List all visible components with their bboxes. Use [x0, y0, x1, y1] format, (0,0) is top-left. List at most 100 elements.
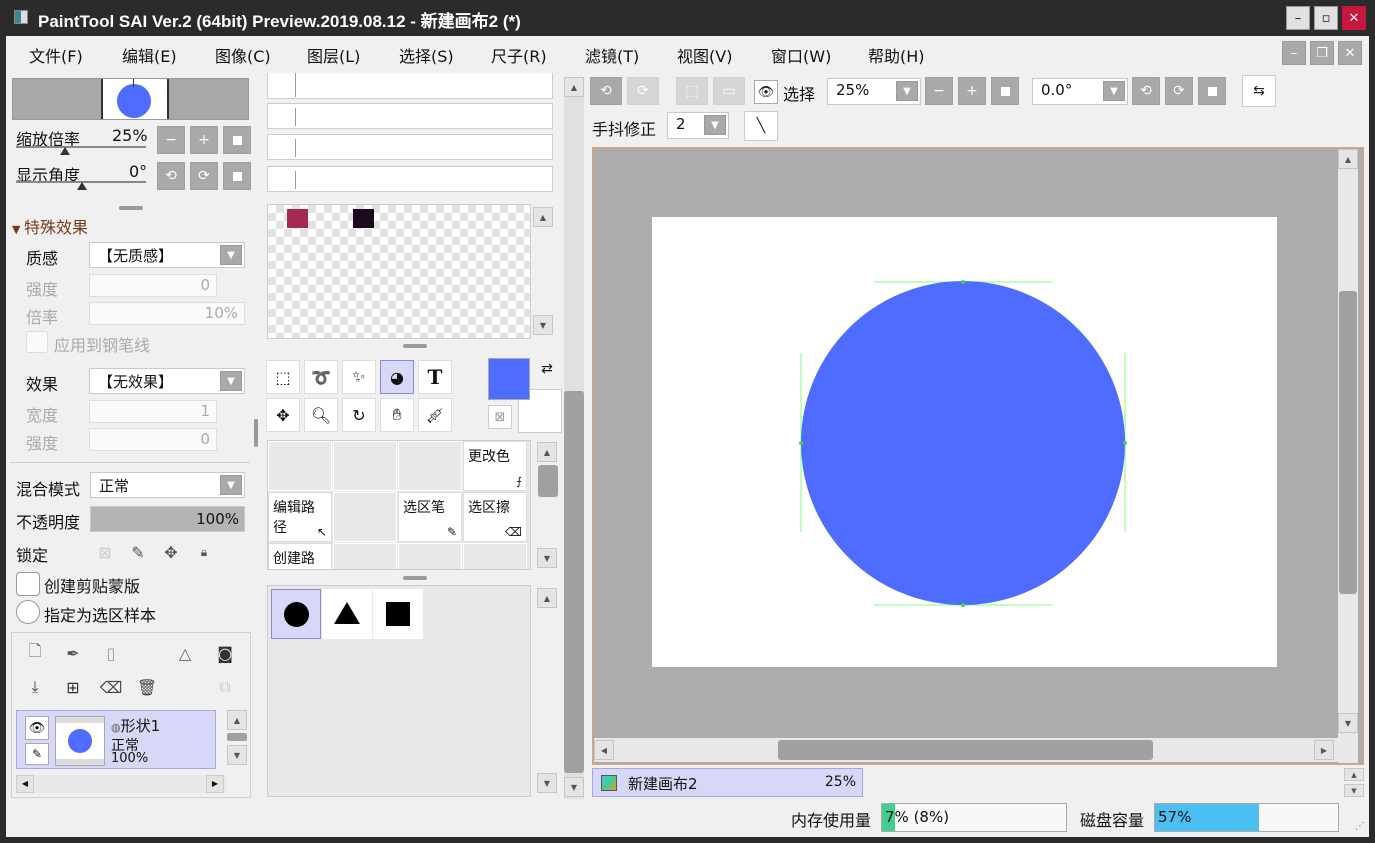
panel-scroll-down[interactable]: ▼ [564, 777, 584, 797]
menu-file[interactable]: 文件(F) [29, 43, 83, 67]
rotate-reset-button[interactable] [223, 162, 251, 190]
text-tool-icon[interactable]: T [418, 360, 452, 394]
angle-slider[interactable] [16, 181, 146, 190]
panel-scroll-up[interactable]: ▲ [564, 77, 584, 97]
strength2-field[interactable]: 0 [89, 428, 217, 451]
canvas-rotate-right-button[interactable]: ⟳ [1165, 77, 1193, 105]
splitter-handle[interactable] [403, 576, 427, 580]
canvas-zoom-reset-button[interactable] [991, 77, 1019, 105]
brush-bar-2[interactable] [267, 103, 553, 129]
layer-overlap-icon[interactable]: ⧉ [210, 672, 240, 702]
canvas-scroll-up[interactable]: ▲ [1338, 149, 1358, 169]
blend-select[interactable]: 正常 ▼ [90, 472, 245, 498]
menu-image[interactable]: 图像(C) [215, 43, 271, 67]
new-linework-layer-icon[interactable]: ✒︎ [58, 638, 88, 668]
zoom-in-button[interactable]: + [190, 126, 218, 154]
swatch-scroll-down[interactable]: ▼ [533, 315, 553, 335]
layer-row-selected[interactable]: 👁︎ ✎ ◍形状1 正常 100% [16, 710, 216, 769]
selection-eraser-tool[interactable]: 选区擦 ⌫ [463, 492, 527, 542]
maximize-button[interactable]: ▫ [1314, 6, 1338, 30]
shapes-scroll-up[interactable]: ▲ [537, 588, 557, 608]
lock-paint-icon[interactable]: ✎ [123, 537, 153, 567]
eyedropper-icon[interactable]: 💉︎ [418, 398, 452, 432]
shapes-scroll-down[interactable]: ▼ [537, 773, 557, 793]
stabilizer-select[interactable]: 2 ▼ [667, 112, 729, 139]
doc-minimize-button[interactable]: – [1282, 41, 1306, 65]
shape-triangle-option[interactable] [322, 589, 372, 639]
canvas-hscroll[interactable]: ◀ ▶ [594, 738, 1338, 762]
menu-edit[interactable]: 编辑(E) [122, 43, 177, 67]
resize-grip-icon[interactable]: ⋰ [1355, 821, 1365, 832]
canvas-zoom-select[interactable]: 25% ▼ [827, 78, 921, 105]
menu-window[interactable]: 窗口(W) [771, 43, 831, 67]
shape-square-option[interactable] [373, 589, 423, 639]
layer-hscroll[interactable]: ◀ ▶ [16, 775, 226, 793]
transfer-down-icon[interactable]: ⤓ [20, 672, 50, 702]
width-field[interactable]: 1 [89, 400, 217, 423]
rate-field[interactable]: 10% [89, 302, 245, 325]
menu-filter[interactable]: 滤镜(T) [585, 43, 639, 67]
menu-select[interactable]: 选择(S) [399, 43, 454, 67]
rotate-tool-icon[interactable]: ↻ [342, 398, 376, 432]
new-layer-icon[interactable]: 🗋︎ [20, 638, 50, 668]
clip-mask-checkbox[interactable] [16, 572, 40, 596]
effect-select[interactable]: 【无效果】 ▼ [89, 368, 245, 394]
toolgrid-scroll-thumb[interactable] [538, 465, 558, 497]
opacity-slider[interactable]: 100% [90, 506, 245, 532]
merge-down-icon[interactable]: ⊞ [58, 672, 88, 702]
texture-select[interactable]: 【无质感】 ▼ [89, 242, 245, 268]
splitter-handle[interactable] [119, 206, 143, 210]
canvas-rotate-left-button[interactable]: ⟲ [1132, 77, 1160, 105]
layer-scroll-down[interactable]: ▼ [227, 745, 247, 765]
layer-scroll-up[interactable]: ▲ [227, 710, 247, 730]
minimize-button[interactable]: – [1286, 6, 1310, 30]
brush-bar-3[interactable] [267, 134, 553, 160]
canvas-scroll-right[interactable]: ▶ [1314, 740, 1334, 760]
shape-tool-icon[interactable]: ◕ [380, 360, 414, 394]
menu-help[interactable]: 帮助(H) [868, 43, 925, 67]
doc-restore-button[interactable]: ❐ [1310, 41, 1334, 65]
zoom-slider[interactable] [16, 146, 146, 155]
undo-button[interactable]: ⟲ [590, 77, 622, 105]
swatch-1[interactable] [287, 209, 308, 228]
primary-color[interactable] [488, 358, 530, 400]
edit-pencil-icon[interactable]: ✎ [25, 743, 49, 765]
canvas-zoom-out-button[interactable]: − [925, 77, 953, 105]
brush-bar-1[interactable] [267, 73, 553, 99]
brush-bar-4[interactable] [267, 166, 553, 192]
menu-view[interactable]: 视图(V) [677, 43, 732, 67]
splitter-handle[interactable] [403, 344, 427, 348]
clear-layer-icon[interactable]: ⌫ [96, 672, 126, 702]
shape-circle-option[interactable] [271, 589, 321, 639]
selection-sample-checkbox[interactable] [16, 600, 40, 624]
strength-field[interactable]: 0 [89, 274, 217, 297]
lock-all-icon[interactable]: 🔒︎ [189, 537, 219, 567]
close-button[interactable]: ✕ [1342, 6, 1366, 30]
swatch-2[interactable] [353, 209, 374, 228]
canvas-hscroll-thumb[interactable] [778, 740, 1153, 760]
lock-transparency-icon[interactable]: ⊠ [90, 537, 120, 567]
swap-colors-icon[interactable]: ⇄ [535, 357, 559, 381]
canvas-vscroll-thumb[interactable] [1339, 291, 1357, 594]
change-color-tool[interactable]: 更改色 ⨍ [463, 441, 527, 491]
transparent-color-icon[interactable]: ⊠ [488, 405, 512, 429]
panel-scrollbar[interactable]: ▲ ▼ [564, 77, 584, 799]
canvas-vscroll[interactable]: ▲ ▼ [1338, 149, 1358, 763]
canvas-zoom-in-button[interactable]: + [958, 77, 986, 105]
canvas-angle-select[interactable]: 0.0° ▼ [1032, 78, 1128, 105]
layer-mask-icon[interactable]: ◙ [210, 638, 240, 668]
swatch-scroll-up[interactable]: ▲ [533, 207, 553, 227]
tab-scroll-down[interactable]: ▼ [1344, 784, 1364, 797]
rotate-left-button[interactable]: ⟲ [157, 162, 185, 190]
selection-visibility-eye-icon[interactable]: 👁︎ [754, 80, 778, 104]
canvas-tab[interactable]: 新建画布2 25% [592, 768, 863, 797]
rect-select-icon[interactable]: ⬚ [266, 360, 300, 394]
toolgrid-scroll-up[interactable]: ▲ [537, 442, 557, 462]
doc-close-button[interactable]: ✕ [1338, 41, 1362, 65]
zoom-out-button[interactable]: − [157, 126, 185, 154]
flip-horizontal-button[interactable]: ⇆ [1242, 75, 1276, 107]
canvas-viewport[interactable] [592, 147, 1364, 765]
canvas-scroll-left[interactable]: ◀ [594, 740, 614, 760]
shape-layer-icon[interactable]: △ [170, 638, 200, 668]
lock-move-icon[interactable]: ✥ [156, 537, 186, 567]
